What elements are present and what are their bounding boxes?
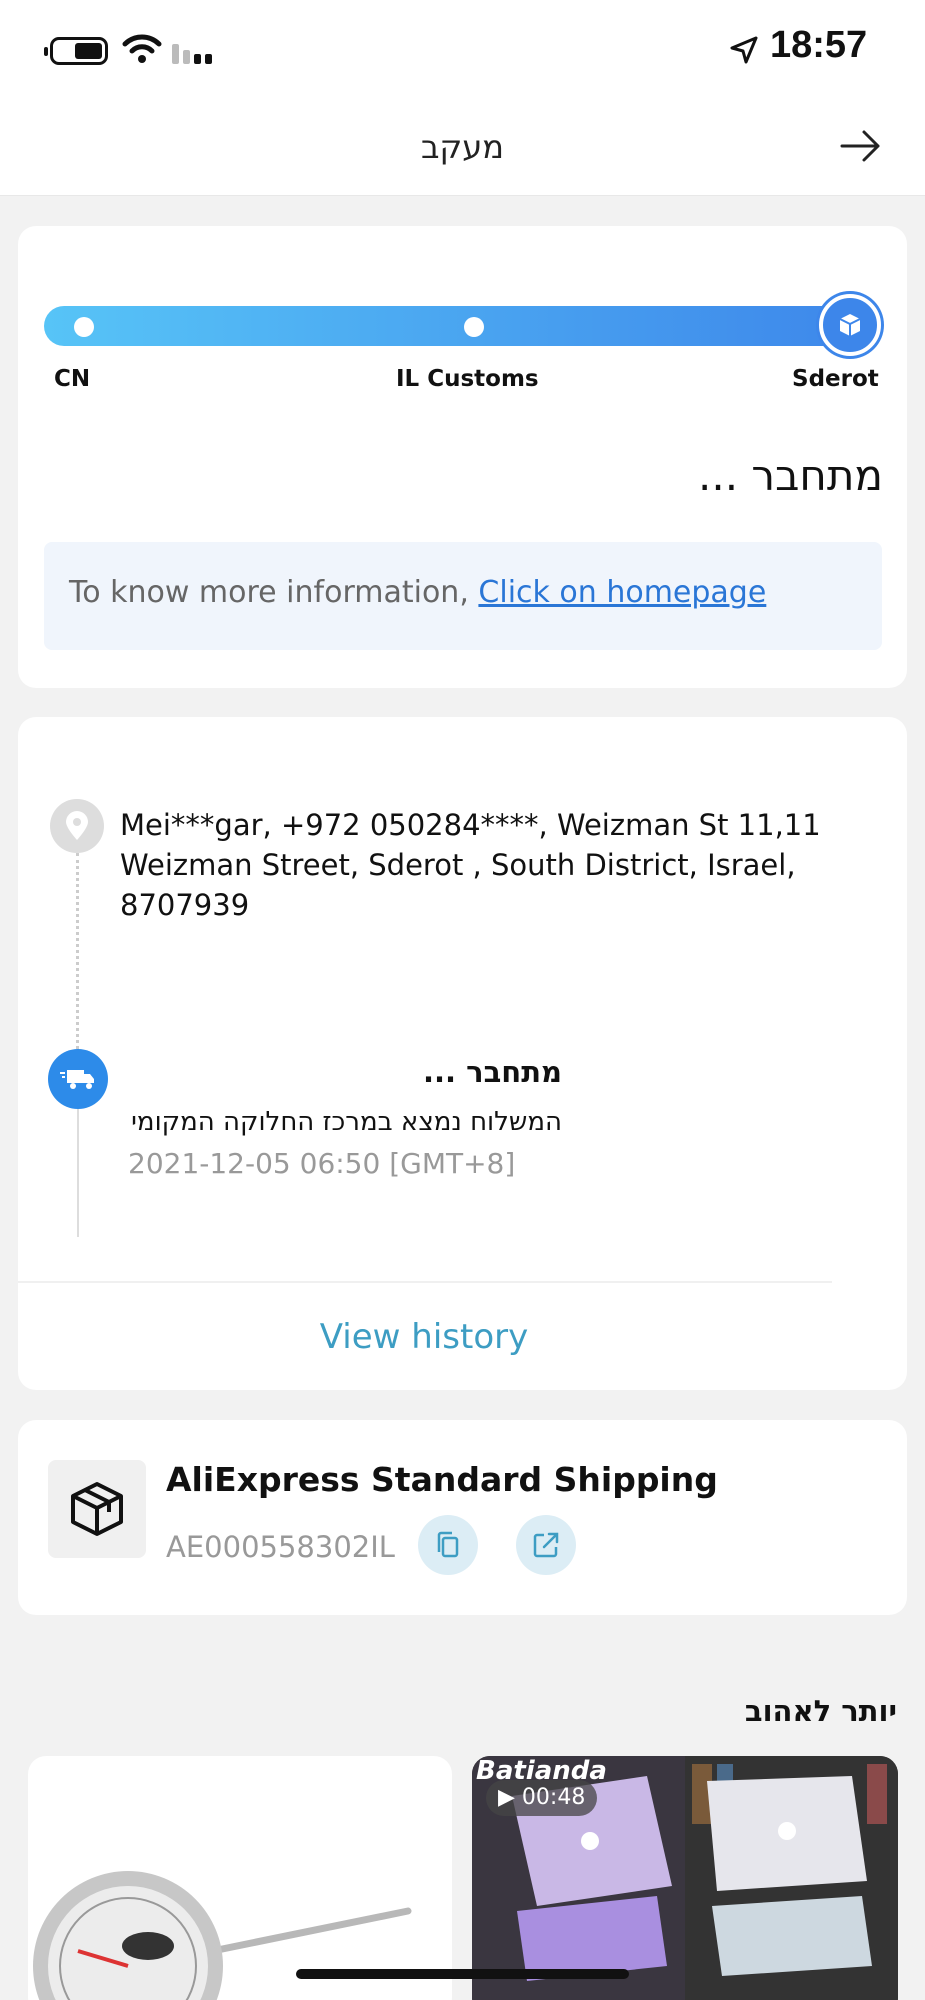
- progress-bar: [44, 306, 880, 346]
- address-marker: [50, 799, 104, 853]
- stop-label-customs: IL Customs: [396, 366, 539, 392]
- delivery-address: Mei***gar, +972 050284****, Weizman St 1…: [120, 808, 821, 922]
- shipping-method-name: AliExpress Standard Shipping: [166, 1460, 718, 1499]
- truck-icon: [60, 1070, 94, 1089]
- event-marker: [48, 1049, 108, 1109]
- info-text: To know more information,: [69, 575, 479, 610]
- cell-signal-icon: [172, 38, 216, 64]
- product-card-thermometer[interactable]: [28, 1756, 452, 2000]
- info-banner: To know more information, Click on homep…: [44, 542, 882, 650]
- status-bar: 18:57: [0, 0, 925, 100]
- tracking-timeline-card: Mei***gar, +972 050284****, Weizman St 1…: [18, 717, 907, 1390]
- top-nav: מעקב: [0, 100, 925, 196]
- back-arrow-icon[interactable]: [836, 122, 884, 170]
- progress-dot-customs: [464, 317, 484, 337]
- package-icon: [839, 314, 861, 336]
- event-timestamp: 2021-12-05 06:50 [GMT+8]: [128, 1147, 516, 1180]
- delivery-status: מתחבר ...: [698, 451, 883, 500]
- event-description: המשלוח נמצא במרכז החלוקה המקומי: [131, 1107, 562, 1137]
- location-pin-icon: [66, 811, 88, 840]
- progress-dot-origin: [74, 317, 94, 337]
- wifi-icon: [122, 34, 162, 63]
- page-title: מעקב: [421, 128, 504, 166]
- copy-icon: [437, 1531, 459, 1558]
- timeline-line: [77, 1109, 79, 1237]
- copy-tracking-button[interactable]: [418, 1515, 478, 1575]
- stop-label-origin: CN: [54, 366, 91, 392]
- event-title: מתחבר ...: [422, 1055, 562, 1089]
- shipping-box-container: [48, 1460, 146, 1558]
- progress-current-node: [819, 294, 881, 356]
- homepage-link[interactable]: Click on homepage: [478, 575, 766, 610]
- external-link-icon: [533, 1532, 559, 1558]
- timeline-connector: [76, 853, 79, 1049]
- battery-icon: [44, 37, 108, 65]
- recommendations-title: יותר לאהוב: [744, 1694, 897, 1728]
- box-icon: [71, 1482, 123, 1536]
- video-duration-badge: ▶ 00:48: [486, 1780, 598, 1816]
- shipping-method-card: AliExpress Standard Shipping AE000558302…: [18, 1420, 907, 1615]
- thermometer-product-image: [33, 1871, 412, 2000]
- home-indicator: [296, 1969, 629, 1979]
- divider: [18, 1281, 832, 1283]
- tracking-number: AE000558302IL: [166, 1530, 395, 1564]
- location-arrow-icon: [730, 36, 758, 64]
- tracking-progress-card: CN IL Customs Sderot מתחבר ... To know m…: [18, 226, 907, 688]
- open-external-button[interactable]: [516, 1515, 576, 1575]
- stop-label-destination: Sderot: [792, 366, 879, 392]
- view-history-button[interactable]: View history: [18, 1317, 830, 1357]
- product-card-laptop-case[interactable]: Batianda ▶ 00:48: [472, 1756, 898, 2000]
- clock: 18:57: [770, 24, 868, 66]
